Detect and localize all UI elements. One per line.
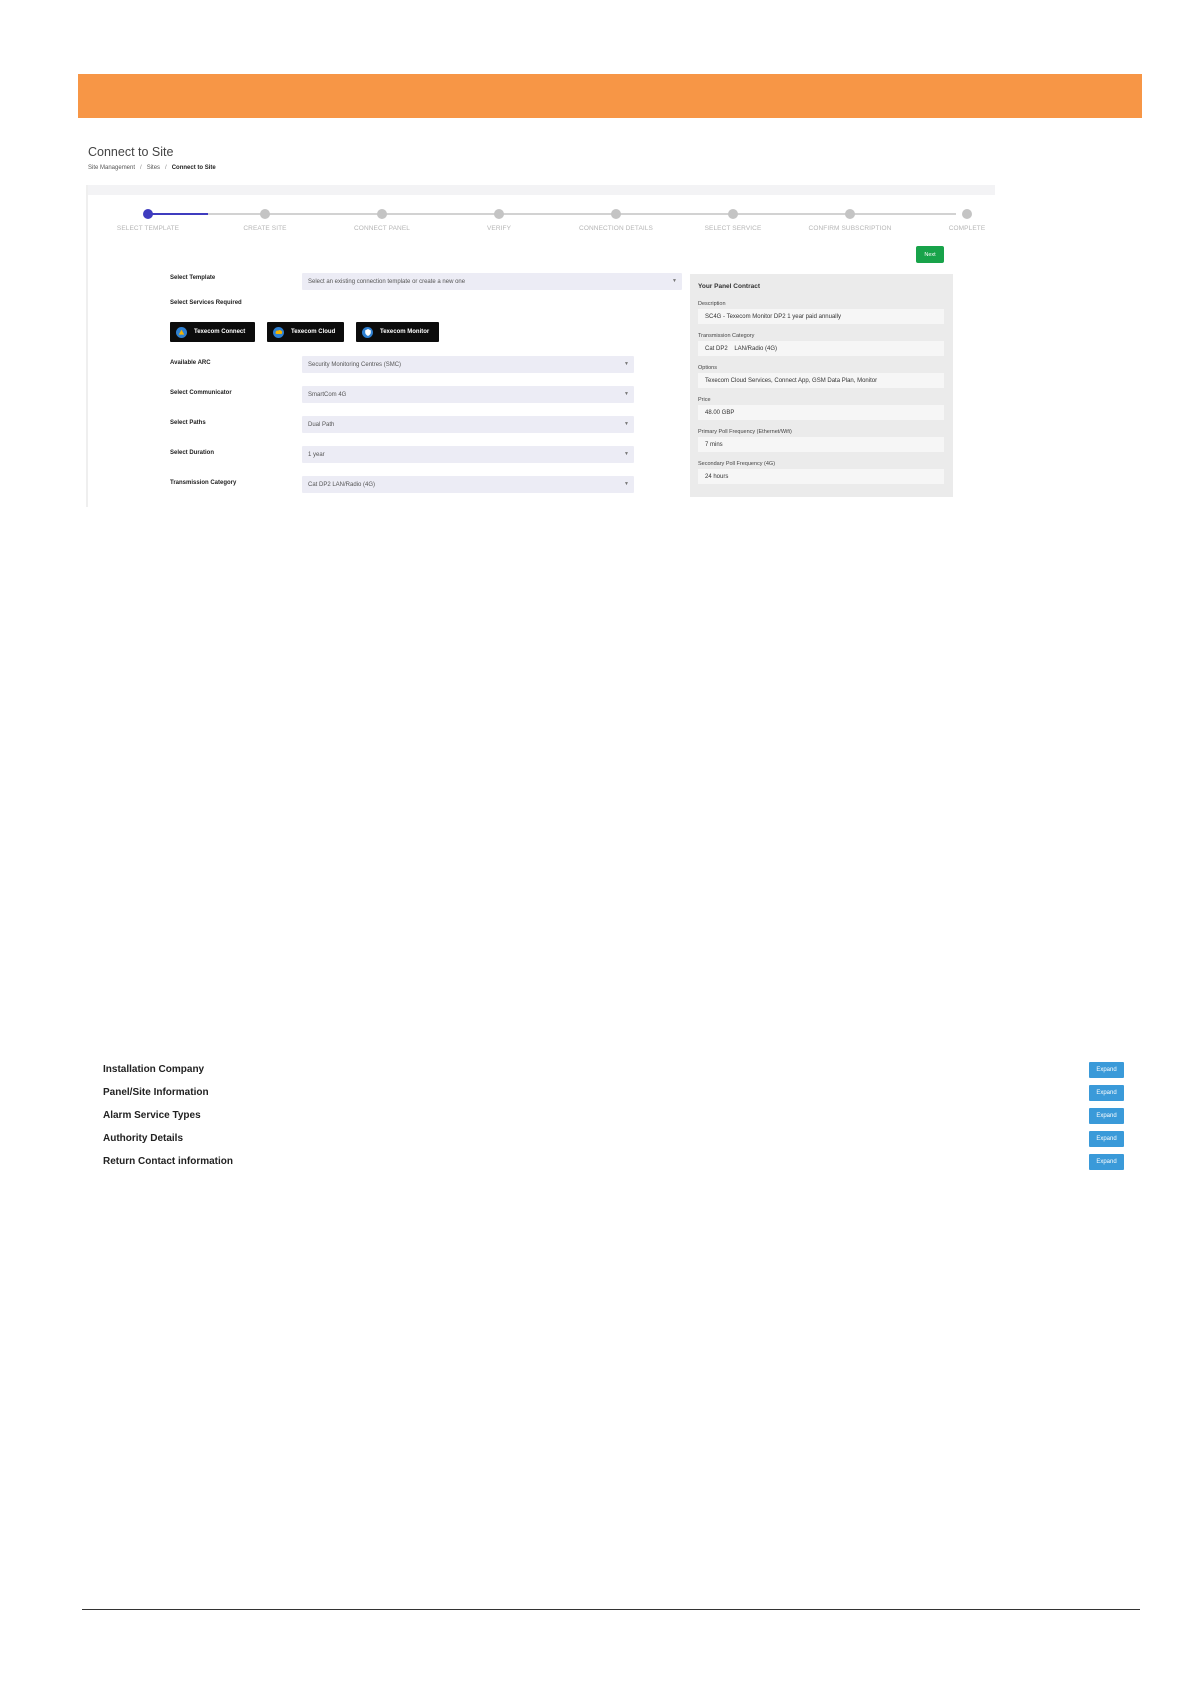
step-dot-complete[interactable] [962, 209, 972, 219]
chevron-down-icon: ▼ [672, 278, 677, 284]
paths-select[interactable]: Dual Path ▼ [302, 416, 634, 433]
contract-transmission-label: Transmission Category [698, 333, 755, 339]
texecom-monitor-icon [362, 326, 373, 338]
header-bar [78, 74, 1142, 118]
services-label: Select Services Required [170, 300, 242, 306]
breadcrumb: Site Management / Sites / Connect to Site [88, 165, 216, 171]
chevron-down-icon: ▼ [624, 481, 629, 487]
footer-divider [82, 1609, 1140, 1610]
select-template-label: Select Template [170, 275, 216, 281]
step-label-select-template: SELECT TEMPLATE [116, 225, 180, 232]
installation-company-heading: Installation Company [103, 1064, 205, 1075]
texecom-connect-button[interactable]: Texecom Connect [170, 322, 255, 342]
step-label-verify: VERIFY [486, 225, 512, 232]
authority-details-expand-button[interactable]: Expand [1089, 1131, 1124, 1147]
contract-primary-poll-value: 7 mins [698, 437, 944, 452]
panel-site-information-expand-button[interactable]: Expand [1089, 1085, 1124, 1101]
authority-details-heading: Authority Details [103, 1133, 184, 1144]
panel-contract-card: Your Panel Contract Description SC4G - T… [690, 274, 953, 497]
step-dot-select-service[interactable] [728, 209, 738, 219]
contract-description-label: Description [698, 301, 726, 307]
contract-secondary-poll-label: Secondary Poll Frequency (4G) [698, 461, 776, 467]
alarm-service-types-expand-button[interactable]: Expand [1089, 1108, 1124, 1124]
texecom-cloud-label: Texecom Cloud [291, 329, 336, 335]
breadcrumb-site-management[interactable]: Site Management [88, 165, 135, 171]
stepper-line [208, 213, 956, 215]
step-dot-connection-details[interactable] [611, 209, 621, 219]
return-contact-information-heading: Return Contact information [103, 1156, 233, 1167]
contract-transmission-value: Cat DP2 LAN/Radio (4G) [698, 341, 944, 356]
installation-company-expand-button[interactable]: Expand [1089, 1062, 1124, 1078]
return-contact-information-expand-button[interactable]: Expand [1089, 1154, 1124, 1170]
arc-label: Available ARC [170, 360, 211, 366]
next-button[interactable]: Next [916, 246, 944, 263]
connect-panel: SELECT TEMPLATE CREATE SITE CONNECT PANE… [86, 185, 995, 507]
step-label-confirm-subscription: CONFIRM SUBSCRIPTION [808, 225, 892, 232]
panel-site-information-heading: Panel/Site Information [103, 1087, 209, 1098]
duration-select[interactable]: 1 year ▼ [302, 446, 634, 463]
paths-label: Select Paths [170, 420, 206, 426]
texecom-cloud-button[interactable]: Texecom Cloud [267, 322, 344, 342]
step-dot-confirm-subscription[interactable] [845, 209, 855, 219]
communicator-select[interactable]: SmartCom 4G ▼ [302, 386, 634, 403]
paths-select-value: Dual Path [308, 421, 335, 428]
contract-title: Your Panel Contract [698, 283, 761, 290]
breadcrumb-current: Connect to Site [171, 165, 216, 171]
arc-select[interactable]: Security Monitoring Centres (SMC) ▼ [302, 356, 634, 373]
texecom-monitor-label: Texecom Monitor [380, 329, 430, 335]
contract-price-label: Price [698, 397, 711, 403]
panel-left-border [86, 185, 88, 507]
step-label-complete: COMPLETE [948, 225, 986, 232]
panel-top-border [86, 185, 995, 195]
contract-secondary-poll-value: 24 hours [698, 469, 944, 484]
texecom-cloud-icon [273, 326, 284, 338]
contract-options-value: Texecom Cloud Services, Connect App, GSM… [698, 373, 944, 388]
chevron-down-icon: ▼ [624, 361, 629, 367]
texecom-monitor-button[interactable]: Texecom Monitor [356, 322, 439, 342]
duration-label: Select Duration [170, 450, 215, 456]
contract-price-value: 48.00 GBP [698, 405, 944, 420]
contract-primary-poll-label: Primary Poll Frequency (Ethernet/Wifi) [698, 429, 792, 435]
duration-select-value: 1 year [308, 451, 325, 458]
step-dot-connect-panel[interactable] [377, 209, 387, 219]
transmission-category-select[interactable]: Cat DP2 LAN/Radio (4G) ▼ [302, 476, 634, 493]
alarm-service-types-heading: Alarm Service Types [103, 1110, 201, 1121]
chevron-down-icon: ▼ [624, 451, 629, 457]
texecom-connect-label: Texecom Connect [194, 329, 246, 335]
chevron-down-icon: ▼ [624, 391, 629, 397]
contract-options-label: Options [698, 365, 717, 371]
template-select-placeholder: Select an existing connection template o… [308, 278, 466, 285]
communicator-select-value: SmartCom 4G [308, 391, 347, 398]
texecom-connect-icon [176, 326, 187, 338]
transmission-category-label: Transmission Category [170, 480, 237, 486]
page-title: Connect to Site [88, 145, 174, 159]
step-label-create-site: CREATE SITE [243, 225, 287, 232]
step-dot-verify[interactable] [494, 209, 504, 219]
step-label-select-service: SELECT SERVICE [704, 225, 762, 232]
step-label-connect-panel: CONNECT PANEL [354, 225, 410, 232]
step-dot-select-template[interactable] [143, 209, 153, 219]
chevron-down-icon: ▼ [624, 421, 629, 427]
breadcrumb-sites[interactable]: Sites [147, 165, 160, 171]
step-dot-create-site[interactable] [260, 209, 270, 219]
transmission-category-select-value: Cat DP2 LAN/Radio (4G) [308, 481, 376, 488]
template-select[interactable]: Select an existing connection template o… [302, 273, 682, 290]
arc-select-value: Security Monitoring Centres (SMC) [308, 361, 402, 368]
communicator-label: Select Communicator [170, 390, 232, 396]
contract-description-value: SC4G - Texecom Monitor DP2 1 year paid a… [698, 309, 944, 324]
stepper-line-progress [148, 213, 208, 215]
step-label-connection-details: CONNECTION DETAILS [579, 225, 653, 232]
